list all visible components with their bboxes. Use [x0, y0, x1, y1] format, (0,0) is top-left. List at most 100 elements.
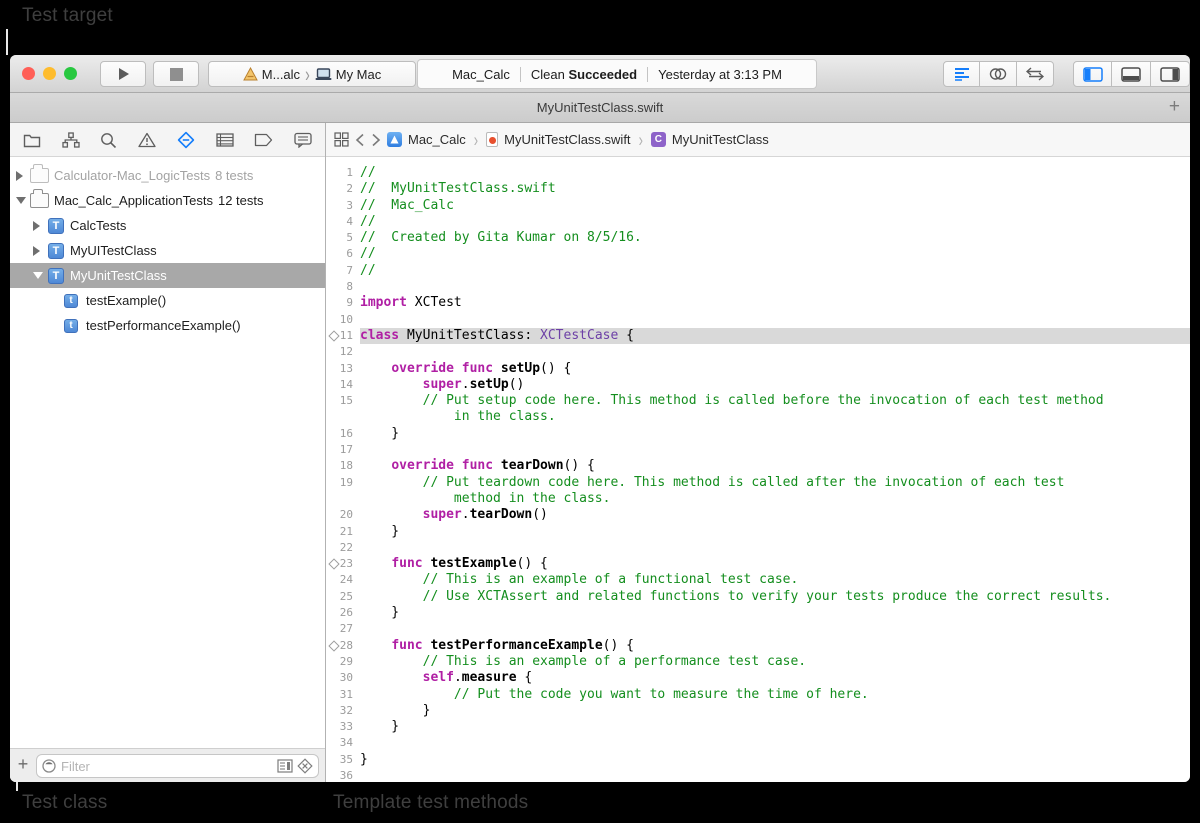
disclosure-triangle-icon[interactable]	[33, 246, 40, 256]
code-line[interactable]: 30 self.measure {	[326, 670, 1190, 686]
code-line[interactable]: 15 // Put setup code here. This method i…	[326, 393, 1190, 409]
zoom-window-button[interactable]	[64, 67, 77, 80]
filter-input[interactable]	[61, 759, 277, 774]
minimize-window-button[interactable]	[43, 67, 56, 80]
test-item-label: Mac_Calc_ApplicationTests	[54, 193, 213, 208]
code-line[interactable]: 32 }	[326, 703, 1190, 719]
version-editor-button[interactable]	[1017, 61, 1054, 87]
code-line[interactable]: 16 }	[326, 426, 1190, 442]
code-line[interactable]: 28 func testPerformanceExample() {	[326, 638, 1190, 654]
related-items-icon[interactable]	[334, 132, 349, 147]
code-line[interactable]: 17	[326, 442, 1190, 458]
jumpbar-project[interactable]: Mac_Calc	[408, 132, 466, 147]
stop-button[interactable]	[153, 61, 199, 87]
report-navigator-icon[interactable]	[294, 132, 312, 148]
code-line[interactable]: 22	[326, 540, 1190, 556]
jumpbar-file[interactable]: MyUnitTestClass.swift	[504, 132, 630, 147]
test-class-icon: T	[48, 243, 64, 259]
code-line[interactable]: in the class.	[326, 409, 1190, 425]
test-bundle-icon	[30, 193, 49, 208]
toggle-navigator-button[interactable]	[1073, 61, 1112, 87]
code-line[interactable]: 11class MyUnitTestClass: XCTestCase {	[326, 328, 1190, 344]
code-line[interactable]: 33 }	[326, 719, 1190, 735]
scheme-selector[interactable]: M...alc › My Mac	[208, 61, 416, 87]
annotation-test-target: Test target	[22, 5, 113, 27]
test-method-icon: t	[64, 319, 78, 333]
issue-navigator-icon[interactable]	[138, 132, 156, 148]
disclosure-triangle-icon[interactable]	[16, 197, 26, 204]
disclosure-triangle-icon[interactable]	[16, 171, 23, 181]
test-navigator-row[interactable]: ttestExample()	[10, 288, 325, 313]
code-line[interactable]: 3// Mac_Calc	[326, 198, 1190, 214]
add-button[interactable]: +	[14, 754, 32, 775]
code-line[interactable]: 19 // Put teardown code here. This metho…	[326, 475, 1190, 491]
debug-navigator-icon[interactable]	[216, 132, 234, 148]
tab-myunittestclass[interactable]: MyUnitTestClass.swift	[537, 100, 663, 115]
code-text: //	[360, 165, 1190, 181]
code-line[interactable]: 31 // Put the code you want to measure t…	[326, 687, 1190, 703]
code-line[interactable]: 12	[326, 344, 1190, 360]
show-failed-tests-icon[interactable]	[297, 758, 313, 774]
code-line[interactable]: 26 }	[326, 605, 1190, 621]
annotation-template-test-methods: Template test methods	[333, 792, 528, 814]
callout-line-test-class	[16, 782, 18, 791]
test-navigator-row[interactable]: TMyUnitTestClass	[10, 263, 325, 288]
workspace-view-buttons	[1073, 61, 1190, 87]
code-text: // Put setup code here. This method is c…	[360, 393, 1190, 409]
breakpoint-navigator-icon[interactable]	[254, 133, 273, 147]
test-navigator-row[interactable]: Calculator-Mac_LogicTests8 tests	[10, 163, 325, 188]
code-line[interactable]: method in the class.	[326, 491, 1190, 507]
code-line[interactable]: 21 }	[326, 524, 1190, 540]
code-text: super.setUp()	[360, 377, 1190, 393]
code-line[interactable]: 25 // Use XCTAssert and related function…	[326, 589, 1190, 605]
code-line[interactable]: 20 super.tearDown()	[326, 507, 1190, 523]
standard-editor-button[interactable]	[943, 61, 980, 87]
code-line[interactable]: 6//	[326, 246, 1190, 262]
code-line[interactable]: 10	[326, 312, 1190, 328]
project-navigator-icon[interactable]	[23, 132, 41, 148]
new-tab-button[interactable]: +	[1169, 96, 1180, 118]
code-line[interactable]: 36	[326, 768, 1190, 782]
code-line[interactable]: 34	[326, 735, 1190, 751]
code-text: override func setUp() {	[360, 361, 1190, 377]
run-button[interactable]	[100, 61, 146, 87]
toggle-debug-area-button[interactable]	[1112, 61, 1151, 87]
test-navigator-icon[interactable]	[177, 131, 195, 149]
navigator-selector-bar	[10, 123, 325, 157]
find-navigator-icon[interactable]	[100, 132, 117, 148]
code-line[interactable]: 5// Created by Gita Kumar on 8/5/16.	[326, 230, 1190, 246]
code-line[interactable]: 18 override func tearDown() {	[326, 458, 1190, 474]
code-line[interactable]: 8	[326, 279, 1190, 295]
symbol-navigator-icon[interactable]	[62, 132, 80, 148]
line-number: 8	[326, 279, 360, 295]
code-line[interactable]: 27	[326, 621, 1190, 637]
code-line[interactable]: 1//	[326, 165, 1190, 181]
filter-field[interactable]	[36, 754, 319, 778]
code-line[interactable]: 2// MyUnitTestClass.swift	[326, 181, 1190, 197]
code-line[interactable]: 14 super.setUp()	[326, 377, 1190, 393]
disclosure-triangle-icon[interactable]	[33, 272, 43, 279]
show-tests-with-flags-icon[interactable]	[277, 759, 293, 773]
code-line[interactable]: 35}	[326, 752, 1190, 768]
go-back-icon[interactable]	[355, 133, 365, 147]
code-editor-area[interactable]: 1//2// MyUnitTestClass.swift3// Mac_Calc…	[326, 157, 1190, 782]
code-line[interactable]: 13 override func setUp() {	[326, 361, 1190, 377]
code-line[interactable]: 7//	[326, 263, 1190, 279]
line-number: 20	[326, 507, 360, 523]
code-line[interactable]: 23 func testExample() {	[326, 556, 1190, 572]
code-line[interactable]: 29 // This is an example of a performanc…	[326, 654, 1190, 670]
go-forward-icon[interactable]	[371, 133, 381, 147]
jumpbar-symbol[interactable]: MyUnitTestClass	[672, 132, 769, 147]
test-navigator-row[interactable]: Mac_Calc_ApplicationTests12 tests	[10, 188, 325, 213]
test-navigator-row[interactable]: TCalcTests	[10, 213, 325, 238]
test-navigator-row[interactable]: TMyUITestClass	[10, 238, 325, 263]
code-text: // This is an example of a performance t…	[360, 654, 1190, 670]
assistant-editor-button[interactable]	[980, 61, 1017, 87]
code-line[interactable]: 9import XCTest	[326, 295, 1190, 311]
disclosure-triangle-icon[interactable]	[33, 221, 40, 231]
close-window-button[interactable]	[22, 67, 35, 80]
code-line[interactable]: 4//	[326, 214, 1190, 230]
toggle-inspectors-button[interactable]	[1151, 61, 1190, 87]
code-line[interactable]: 24 // This is an example of a functional…	[326, 572, 1190, 588]
test-navigator-row[interactable]: ttestPerformanceExample()	[10, 313, 325, 338]
